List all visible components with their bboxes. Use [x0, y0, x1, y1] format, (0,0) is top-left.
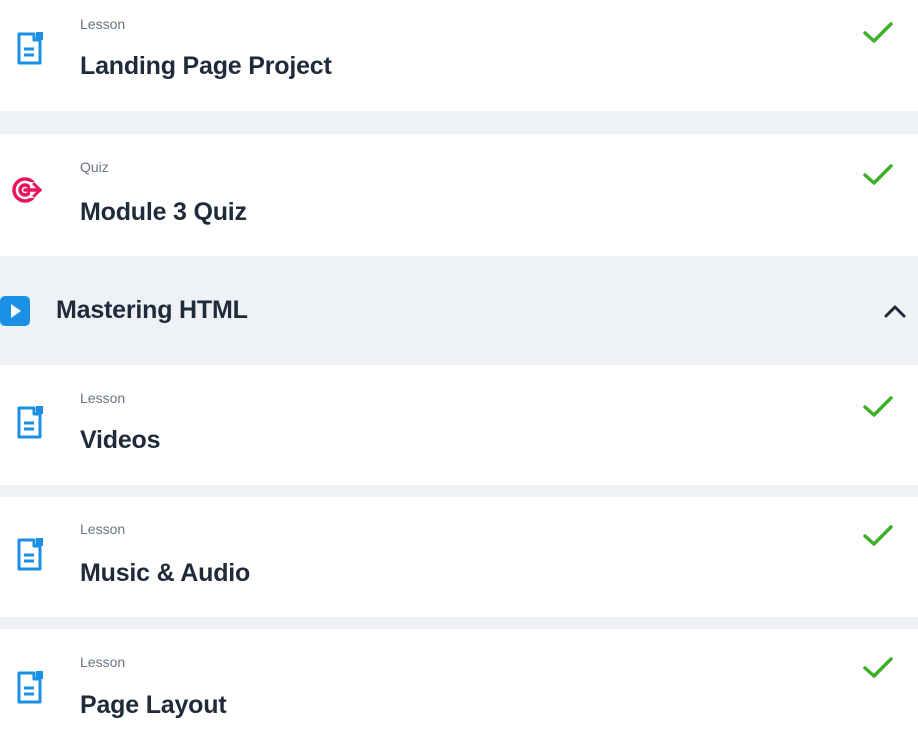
- target-icon: [12, 177, 44, 203]
- item-type-label: Lesson: [80, 390, 126, 406]
- check-icon: [863, 525, 893, 546]
- check-icon: [863, 396, 893, 417]
- item-title: Landing Page Project: [80, 52, 332, 80]
- lesson-item-landing-page-project[interactable]: Lesson Landing Page Project: [0, 0, 918, 111]
- document-icon: [17, 671, 43, 704]
- item-title: Module 3 Quiz: [80, 198, 247, 226]
- item-type-label: Quiz: [80, 159, 109, 175]
- item-type-label: Lesson: [80, 654, 126, 670]
- course-outline: Lesson Landing Page Project Quiz Module …: [0, 0, 918, 750]
- lesson-item-videos[interactable]: Lesson Videos: [0, 365, 918, 485]
- item-title: Videos: [80, 426, 161, 454]
- play-icon: [0, 296, 30, 326]
- document-icon: [17, 538, 43, 571]
- document-icon: [17, 406, 43, 439]
- chevron-up-icon[interactable]: [882, 302, 908, 320]
- check-icon: [863, 657, 893, 678]
- section-title: Mastering HTML: [56, 296, 248, 324]
- lesson-item-music-audio[interactable]: Lesson Music & Audio: [0, 497, 918, 617]
- item-type-label: Lesson: [80, 521, 126, 537]
- check-icon: [863, 164, 893, 185]
- quiz-item-module-3-quiz[interactable]: Quiz Module 3 Quiz: [0, 134, 918, 256]
- item-type-label: Lesson: [80, 16, 126, 32]
- document-icon: [17, 32, 43, 65]
- item-title: Page Layout: [80, 691, 227, 719]
- check-icon: [863, 22, 893, 43]
- lesson-item-page-layout[interactable]: Lesson Page Layout: [0, 629, 918, 750]
- item-title: Music & Audio: [80, 559, 251, 587]
